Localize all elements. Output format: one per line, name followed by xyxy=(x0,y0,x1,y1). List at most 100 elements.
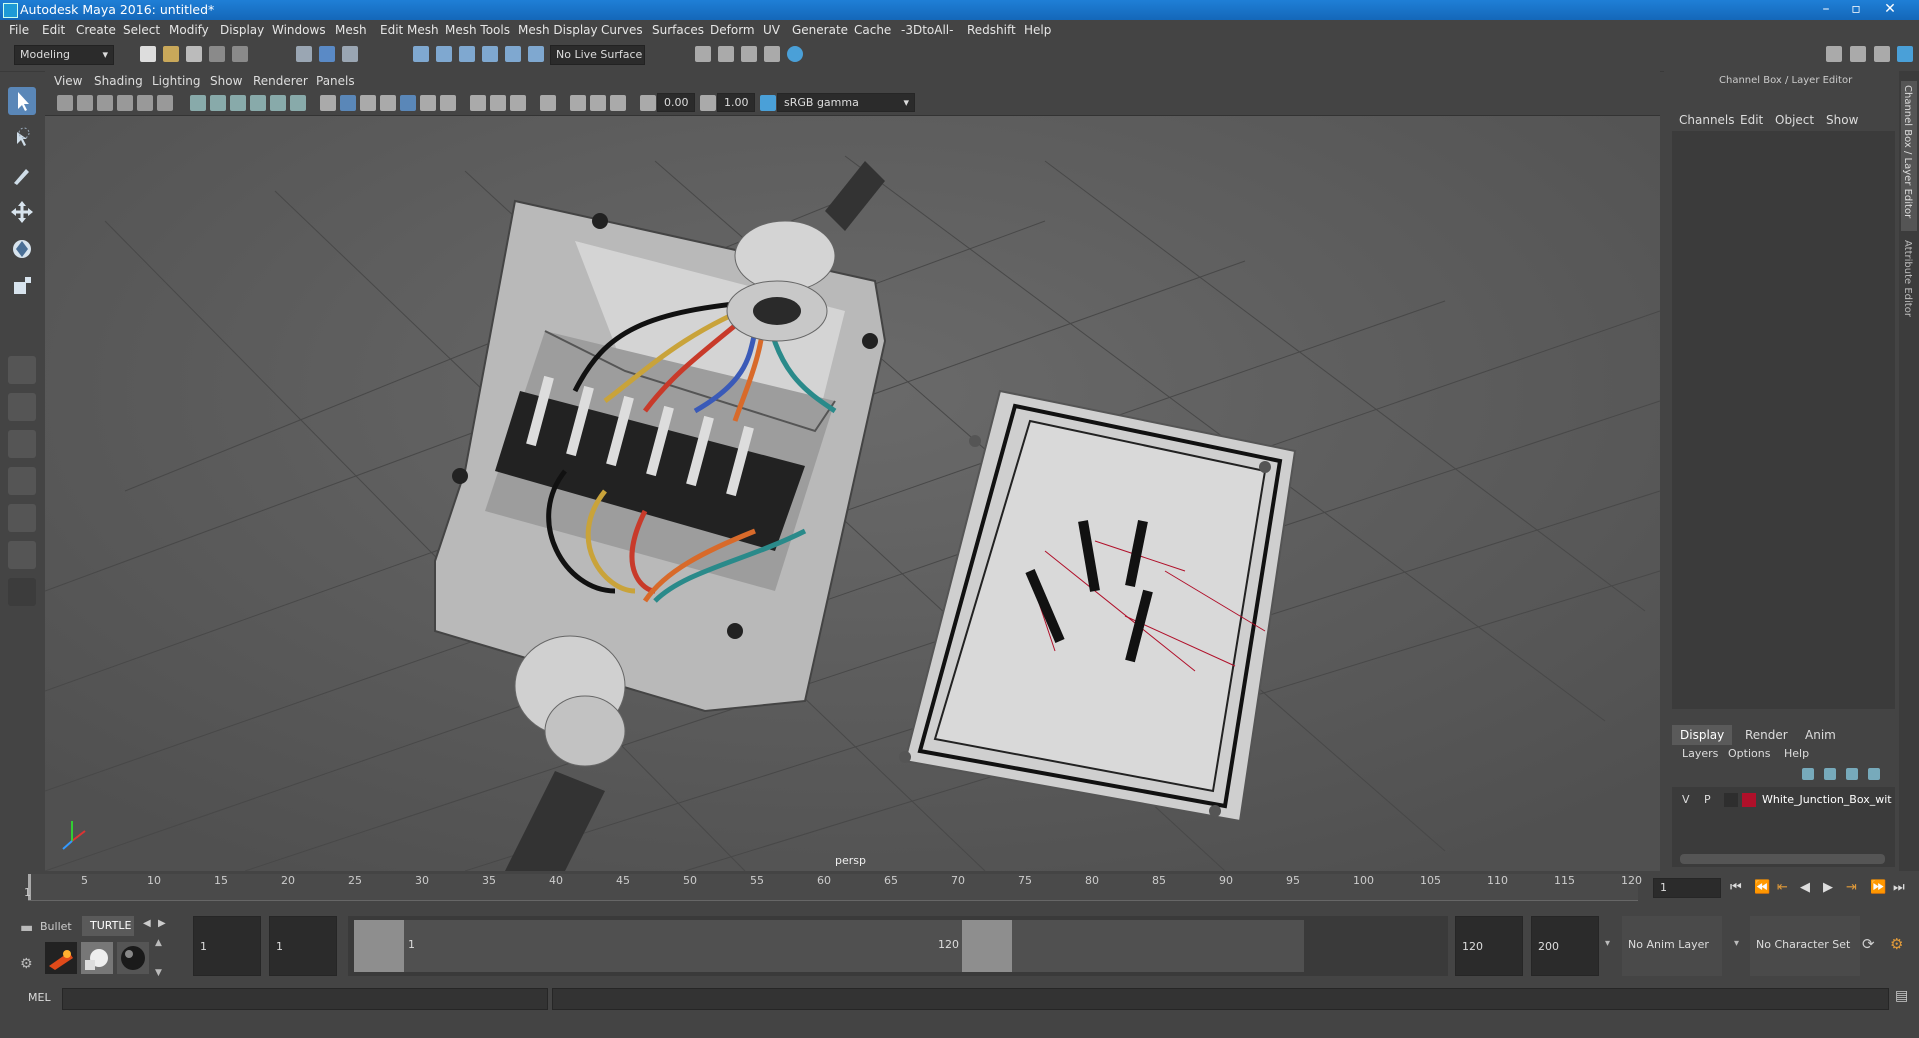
menu-display[interactable]: Display xyxy=(220,23,264,37)
panel-menu-lighting[interactable]: Lighting xyxy=(152,74,201,88)
layer-menu-help[interactable]: Help xyxy=(1784,747,1809,760)
layer-reference-toggle[interactable] xyxy=(1724,793,1738,807)
modeling-toolkit-icon[interactable] xyxy=(1826,46,1842,62)
film-gate-icon[interactable] xyxy=(210,95,226,111)
channel-box-toggle-icon[interactable] xyxy=(1897,46,1913,62)
move-tool-icon[interactable] xyxy=(8,198,36,226)
snap-magnet-icon[interactable] xyxy=(528,46,544,62)
gamma-icon[interactable] xyxy=(700,95,716,111)
ipr-render-icon[interactable] xyxy=(741,46,757,62)
turtle-surface-icon[interactable] xyxy=(117,942,149,974)
grid-toggle-icon[interactable] xyxy=(190,95,206,111)
go-to-start-icon[interactable]: ⏮ xyxy=(1730,880,1742,895)
layer-name[interactable]: White_Junction_Box_wit xyxy=(1762,793,1892,806)
panel-menu-panels[interactable]: Panels xyxy=(316,74,355,88)
resolution-gate-icon[interactable] xyxy=(230,95,246,111)
new-layer-from-selection-icon[interactable] xyxy=(1868,768,1880,780)
move-layer-up-icon[interactable] xyxy=(1802,768,1814,780)
view-transform-dropdown[interactable]: sRGB gamma ▾ xyxy=(777,93,915,112)
snap-grid-icon[interactable] xyxy=(413,46,429,62)
motion-blur-icon[interactable] xyxy=(490,95,506,111)
minimize-icon[interactable]: – xyxy=(1812,0,1840,20)
chevron-down-icon[interactable]: ▾ xyxy=(1605,938,1610,949)
command-input[interactable] xyxy=(62,988,548,1010)
channel-list[interactable] xyxy=(1672,131,1895,709)
tab-anim[interactable]: Anim xyxy=(1805,728,1836,742)
snap-point-icon[interactable] xyxy=(459,46,475,62)
restore-icon[interactable]: ▫ xyxy=(1842,0,1870,20)
side-tab-attribute-editor[interactable]: Attribute Editor xyxy=(1901,236,1917,336)
shelf-scroll-arrows[interactable]: ▲ ▼ xyxy=(153,938,167,982)
play-forwards-icon[interactable]: ▶ xyxy=(1823,880,1833,895)
persp-outliner-layout-icon[interactable] xyxy=(8,430,36,458)
snap-curve-icon[interactable] xyxy=(436,46,452,62)
menu-mesh[interactable]: Mesh xyxy=(335,23,367,37)
render-settings-icon[interactable] xyxy=(764,46,780,62)
shelf-tab-scroll-right-icon[interactable]: ▶ xyxy=(158,918,166,929)
turtle-render-icon[interactable] xyxy=(45,942,77,974)
time-ruler[interactable]: 1 5 10 15 20 25 30 35 40 45 50 55 60 65 … xyxy=(24,874,1642,901)
anti-aliasing-icon[interactable] xyxy=(510,95,526,111)
default-material-icon[interactable] xyxy=(360,95,376,111)
channel-menu-object[interactable]: Object xyxy=(1775,113,1814,127)
side-tab-channel-box[interactable]: Channel Box / Layer Editor xyxy=(1901,81,1917,231)
menu-3dtoall[interactable]: -3DtoAll- xyxy=(901,23,953,37)
close-icon[interactable]: ✕ xyxy=(1876,0,1904,20)
go-to-end-icon[interactable]: ⏭ xyxy=(1893,880,1905,895)
panel-menu-show[interactable]: Show xyxy=(210,74,242,88)
menu-select[interactable]: Select xyxy=(123,23,160,37)
bookmark-icon[interactable] xyxy=(97,95,113,111)
layer-menu-layers[interactable]: Layers xyxy=(1682,747,1718,760)
range-slider-bar[interactable] xyxy=(404,920,1304,972)
hypershade-layout-icon[interactable] xyxy=(8,504,36,532)
chevron-up-icon[interactable]: ▲ xyxy=(155,938,162,948)
redo-icon[interactable] xyxy=(232,46,248,62)
playback-start-field[interactable]: 1 xyxy=(269,916,337,976)
step-back-frame-icon[interactable]: ⏪ xyxy=(1754,880,1770,895)
scale-tool-icon[interactable] xyxy=(8,272,36,300)
shelf-tab-scroll-left-icon[interactable]: ◀ xyxy=(143,918,151,929)
command-language-label[interactable]: MEL xyxy=(28,991,51,1004)
perspective-viewport[interactable]: persp xyxy=(45,71,1660,871)
color-management-icon[interactable] xyxy=(760,95,776,111)
menu-mesh-tools[interactable]: Mesh Tools xyxy=(445,23,510,37)
range-slider[interactable]: 1 120 xyxy=(348,916,1448,976)
live-surface-field[interactable]: No Live Surface xyxy=(550,45,645,65)
field-chart-icon[interactable] xyxy=(270,95,286,111)
auto-key-icon[interactable]: ⟳ xyxy=(1862,935,1875,953)
panel-menu-shading[interactable]: Shading xyxy=(94,74,143,88)
snap-view-plane-icon[interactable] xyxy=(482,46,498,62)
smooth-shade-icon[interactable] xyxy=(340,95,356,111)
panel-menu-renderer[interactable]: Renderer xyxy=(253,74,308,88)
menu-generate[interactable]: Generate xyxy=(792,23,848,37)
chevron-down-icon[interactable]: ▼ xyxy=(155,968,162,978)
step-back-key-icon[interactable]: ⇤ xyxy=(1777,880,1788,895)
select-tool-icon[interactable] xyxy=(8,87,36,115)
camera-attributes-icon[interactable] xyxy=(77,95,93,111)
ambient-occlusion-icon[interactable] xyxy=(470,95,486,111)
animation-start-field[interactable]: 1 xyxy=(193,916,261,976)
four-view-layout-icon[interactable] xyxy=(8,393,36,421)
undo-icon[interactable] xyxy=(209,46,225,62)
step-forward-frame-icon[interactable]: ⏩ xyxy=(1870,880,1886,895)
textured-icon[interactable] xyxy=(400,95,416,111)
menu-mesh-display[interactable]: Mesh Display xyxy=(518,23,598,37)
new-empty-layer-icon[interactable] xyxy=(1846,768,1858,780)
menu-surfaces[interactable]: Surfaces xyxy=(652,23,704,37)
render-frame-icon[interactable] xyxy=(718,46,734,62)
gate-mask-icon[interactable] xyxy=(250,95,266,111)
shelf-tab-bullet[interactable]: Bullet xyxy=(40,920,72,933)
xray-joints-icon[interactable] xyxy=(590,95,606,111)
exposure-icon[interactable] xyxy=(640,95,656,111)
menu-create[interactable]: Create xyxy=(76,23,116,37)
wireframe-on-shaded-icon[interactable] xyxy=(380,95,396,111)
save-scene-icon[interactable] xyxy=(186,46,202,62)
shadows-icon[interactable] xyxy=(440,95,456,111)
render-view-icon[interactable] xyxy=(695,46,711,62)
mode-selector[interactable]: Modeling ▾ xyxy=(14,45,114,65)
layer-color-swatch[interactable] xyxy=(1742,793,1756,807)
shelf-tab-turtle[interactable]: TURTLE xyxy=(82,916,134,936)
safe-action-icon[interactable] xyxy=(290,95,306,111)
persp-graph-layout-icon[interactable] xyxy=(8,467,36,495)
panel-menu-view[interactable]: View xyxy=(54,74,82,88)
